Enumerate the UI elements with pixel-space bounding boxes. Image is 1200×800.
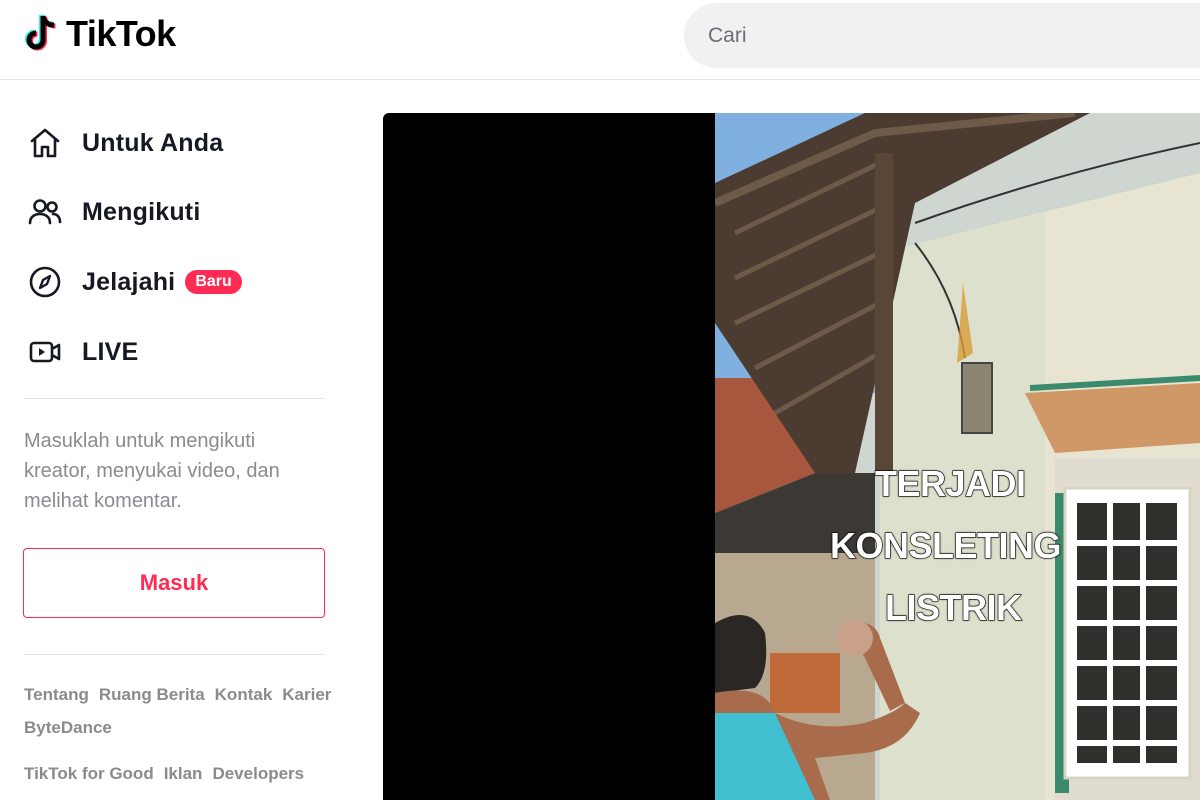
- home-icon: [24, 122, 66, 164]
- video-frame: [715, 113, 1200, 800]
- footer-link-advertise[interactable]: Iklan: [164, 757, 203, 790]
- search-bar[interactable]: [684, 3, 1200, 68]
- sidebar-divider: [24, 398, 324, 399]
- tiktok-note-icon: [25, 14, 56, 51]
- login-button[interactable]: Masuk: [23, 548, 325, 618]
- footer-link-careers[interactable]: Karier: [282, 678, 331, 711]
- nav-label: Jelajahi: [82, 267, 176, 296]
- caption-line: KONSLETING: [829, 524, 1062, 566]
- nav-item-following[interactable]: Mengikuti: [24, 190, 200, 234]
- new-badge: Baru: [185, 270, 242, 294]
- footer-link-tiktok-for-good[interactable]: TikTok for Good: [24, 757, 154, 790]
- nav-label: Untuk Anda: [82, 128, 224, 157]
- login-prompt-text: Masuklah untuk mengikuti kreator, menyuk…: [24, 430, 280, 512]
- top-header: TikTok: [0, 0, 1200, 80]
- sidebar: Untuk Anda Mengikuti Jelajahi Baru LIVE …: [0, 81, 350, 800]
- brand-name: TikTok: [66, 13, 176, 54]
- nav-item-explore[interactable]: Jelajahi Baru: [24, 260, 242, 304]
- footer-links-primary: Tentang Ruang Berita Kontak Karier ByteD…: [24, 678, 344, 744]
- footer-link-newsroom[interactable]: Ruang Berita: [99, 678, 205, 711]
- footer-link-bytedance[interactable]: ByteDance: [24, 711, 112, 744]
- footer-link-developers[interactable]: Developers: [212, 757, 304, 790]
- footer-link-contact[interactable]: Kontak: [215, 678, 273, 711]
- nav-item-live[interactable]: LIVE: [24, 330, 138, 374]
- footer-link-about[interactable]: Tentang: [24, 678, 89, 711]
- nav-item-for-you[interactable]: Untuk Anda: [24, 121, 223, 165]
- nav-label: Mengikuti: [82, 197, 201, 226]
- compass-icon: [24, 261, 66, 303]
- caption-line: TERJADI: [874, 462, 1026, 504]
- users-icon: [24, 191, 66, 233]
- video-camera-icon: [24, 331, 66, 373]
- caption-line: LISTRIK: [884, 586, 1022, 628]
- sidebar-divider: [24, 654, 324, 655]
- nav-label: LIVE: [82, 337, 139, 366]
- footer-links-secondary: TikTok for Good Iklan Developers: [24, 757, 344, 790]
- tiktok-logo[interactable]: TikTok: [22, 12, 176, 56]
- video-player[interactable]: TERJADI KONSLETING LISTRIK: [383, 113, 1200, 800]
- search-input[interactable]: [708, 23, 1108, 48]
